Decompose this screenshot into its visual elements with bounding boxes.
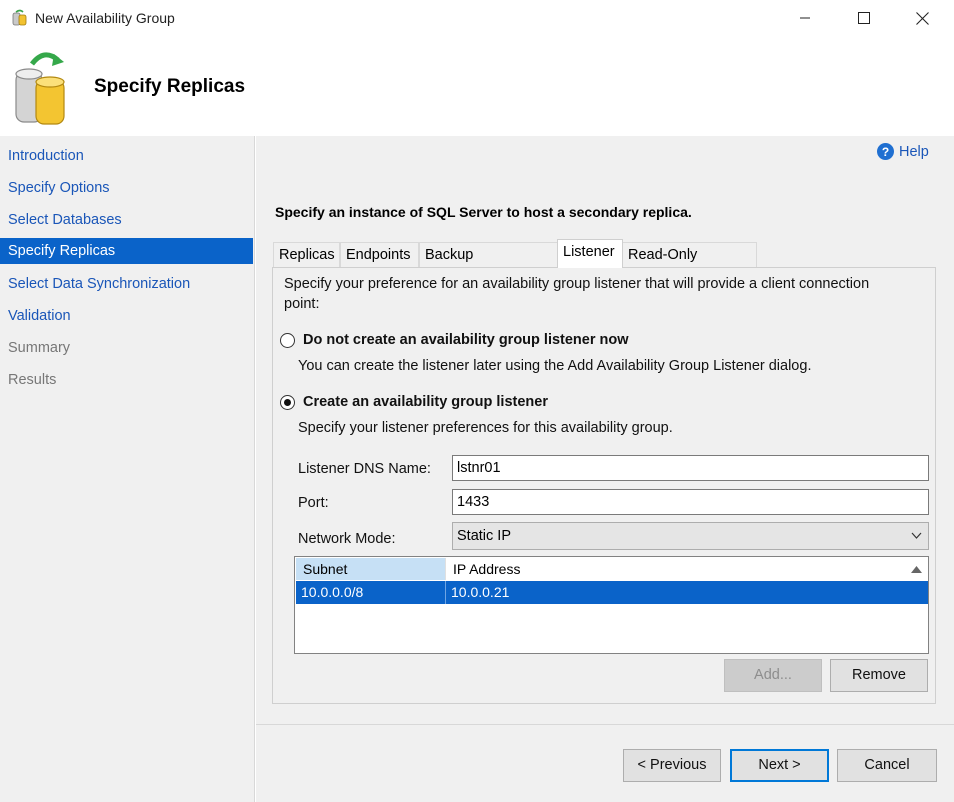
create-listener-hint: Specify your listener preferences for th…: [298, 420, 673, 436]
close-icon: [915, 11, 929, 25]
cell-ip-address: 10.0.0.21: [451, 584, 510, 600]
instruction-text: Specify an instance of SQL Server to hos…: [275, 204, 692, 220]
radio-create-listener[interactable]: [280, 395, 295, 410]
page-title: Specify Replicas: [94, 76, 246, 97]
availability-group-icon: [14, 50, 72, 126]
tab-replicas[interactable]: Replicas: [273, 242, 340, 267]
port-label: Port:: [298, 495, 329, 511]
listener-description-cont: point:: [284, 296, 320, 312]
dns-name-input[interactable]: lstnr01: [452, 455, 929, 481]
help-link[interactable]: ? Help: [877, 143, 929, 160]
wizard-sidebar: Introduction Specify Options Select Data…: [0, 136, 255, 802]
help-label: Help: [899, 143, 929, 160]
tab-listener[interactable]: Listener: [557, 239, 623, 268]
sidebar-item-specify-options[interactable]: Specify Options: [0, 175, 253, 201]
sidebar-item-select-data-synchronization[interactable]: Select Data Synchronization: [0, 271, 253, 297]
sidebar-item-select-databases[interactable]: Select Databases: [0, 207, 253, 233]
radio-no-listener[interactable]: [280, 333, 295, 348]
sidebar-item-specify-replicas[interactable]: Specify Replicas: [0, 238, 253, 264]
port-input[interactable]: 1433: [452, 489, 929, 515]
cancel-button[interactable]: Cancel: [837, 749, 937, 782]
sort-ascending-icon: [911, 566, 922, 573]
tab-read-only-routing[interactable]: Read-Only Routing: [622, 242, 757, 287]
column-header-ip-address[interactable]: IP Address: [446, 558, 928, 580]
cell-subnet: 10.0.0.0/8: [296, 581, 446, 604]
radio-create-listener-label[interactable]: Create an availability group listener: [303, 394, 548, 410]
previous-button[interactable]: < Previous: [623, 749, 721, 782]
question-icon: ?: [877, 143, 894, 160]
column-header-subnet[interactable]: Subnet: [296, 558, 446, 580]
app-database-icon: [11, 9, 29, 27]
window-title: New Availability Group: [35, 10, 175, 26]
tab-backup-preferences[interactable]: Backup Preferences: [419, 242, 558, 287]
chevron-down-icon: [911, 532, 922, 539]
dns-name-label: Listener DNS Name:: [298, 461, 431, 477]
radio-no-listener-label[interactable]: Do not create an availability group list…: [303, 332, 629, 348]
network-mode-label: Network Mode:: [298, 531, 396, 547]
no-listener-hint: You can create the listener later using …: [298, 358, 812, 374]
ip-address-grid[interactable]: Subnet IP Address 10.0.0.0/8 10.0.0.21: [294, 556, 929, 654]
maximize-button[interactable]: [841, 0, 887, 36]
sidebar-item-results: Results: [8, 372, 57, 388]
sidebar-item-validation[interactable]: Validation: [0, 303, 253, 329]
minimize-button[interactable]: [782, 0, 828, 36]
minimize-icon: [800, 17, 810, 19]
sidebar-item-introduction[interactable]: Introduction: [0, 143, 253, 169]
remove-button[interactable]: Remove: [830, 659, 928, 692]
next-button[interactable]: Next >: [730, 749, 829, 782]
close-button[interactable]: [899, 0, 945, 36]
network-mode-value: Static IP: [457, 528, 511, 544]
sidebar-item-summary: Summary: [8, 340, 71, 356]
listener-description: Specify your preference for an availabil…: [284, 276, 870, 292]
add-button[interactable]: Add...: [724, 659, 822, 692]
network-mode-select[interactable]: Static IP: [452, 522, 929, 550]
tab-endpoints[interactable]: Endpoints: [340, 242, 419, 267]
maximize-icon: [858, 12, 870, 24]
